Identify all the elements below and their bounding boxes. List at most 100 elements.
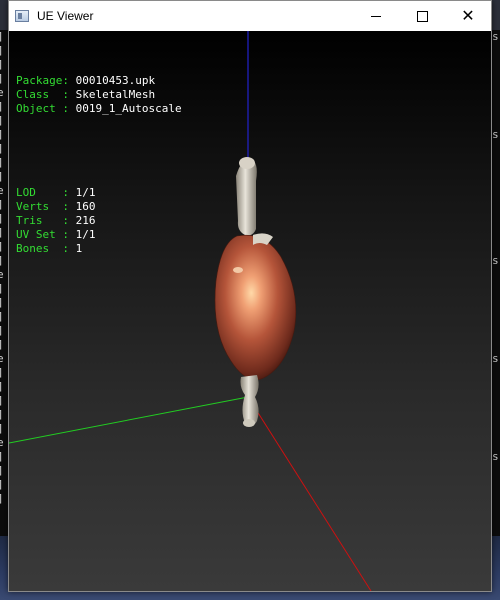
maximize-button[interactable] [399,1,445,31]
terminal-char [492,156,500,170]
terminal-char [492,380,500,394]
title-bar[interactable]: UE Viewer ✕ [9,1,491,31]
terminal-char [492,44,500,58]
terminal-char: ] [0,156,8,170]
window-controls: ✕ [353,1,491,31]
mesh-info-overlay: Package: 00010453.upk Class : SkeletalMes… [16,46,182,284]
info-value: 00010453.upk [75,74,156,87]
terminal-char: ] [0,394,8,408]
info-label: Class : [16,88,76,101]
terminal-char: ] [0,58,8,72]
terminal-char: e [0,268,4,281]
window-title: UE Viewer [37,9,94,23]
info-value: 1 [75,242,83,255]
info-row: Verts : 160 [16,200,182,214]
terminal-char: ] [0,198,8,212]
terminal-char: ] [0,450,8,464]
terminal-char: ] [0,380,8,394]
info-label: Bones : [16,242,76,255]
info-value: 160 [75,200,96,213]
terminal-char: ] [0,44,8,58]
terminal-char: ] [0,324,8,338]
terminal-char: ] [0,212,8,226]
info-row: Object : 0019_1_Autoscale [16,102,182,116]
minimize-icon [371,15,381,17]
y-axis-line [9,396,249,444]
info-row: Class : SkeletalMesh [16,88,182,102]
terminal-char: ] [0,142,8,156]
info-label: Package: [16,74,76,87]
terminal-char: ] [0,408,8,422]
terminal-char [492,86,500,100]
info-row: Bones : 1 [16,242,182,256]
x-axis-line [247,396,372,591]
terminal-char: ] [0,422,8,436]
terminal-char [492,212,500,226]
terminal-char [492,408,500,422]
terminal-char [492,310,500,324]
bone-bottom [240,375,259,427]
terminal-char: s [492,128,499,141]
close-icon: ✕ [461,8,475,25]
info-label: UV Set : [16,228,76,241]
terminal-char [492,170,500,184]
terminal-char [492,72,500,86]
app-icon [15,10,29,22]
terminal-char: ] [0,240,8,254]
terminal-char [492,492,500,506]
info-value: 1/1 [75,228,96,241]
terminal-char [492,142,500,156]
info-row: Tris : 216 [16,214,182,228]
info-row: Package: 00010453.upk [16,74,182,88]
terminal-char: s [492,30,499,43]
terminal-char: ] [0,478,8,492]
terminal-char [492,184,500,198]
terminal-char: e [0,184,4,197]
ue-viewer-window: UE Viewer ✕ Package: 00010453.upk Class … [8,0,492,592]
terminal-char: ] [0,338,8,352]
background-terminal-left: ]]]]e]]]]]]e]]]]]e]]]]]e]]]]]e]]]] [0,30,8,600]
terminal-char [492,366,500,380]
terminal-char [492,464,500,478]
terminal-char [492,394,500,408]
terminal-char: ] [0,492,8,506]
minimize-button[interactable] [353,1,399,31]
terminal-char [492,100,500,114]
terminal-char: ] [0,296,8,310]
info-value: 216 [75,214,96,227]
terminal-char: ] [0,100,8,114]
terminal-char [492,338,500,352]
terminal-char [492,422,500,436]
close-button[interactable]: ✕ [445,1,491,31]
terminal-char [492,436,500,450]
terminal-char [492,198,500,212]
terminal-char: s [492,450,499,463]
info-row: LOD : 1/1 [16,186,182,200]
terminal-char: e [0,436,4,449]
terminal-char: ] [0,226,8,240]
terminal-char [492,58,500,72]
info-row: UV Set : 1/1 [16,228,182,242]
info-label: Object : [16,102,76,115]
terminal-char [492,114,500,128]
terminal-char: ] [0,114,8,128]
terminal-char: ] [0,128,8,142]
terminal-char: ] [0,254,8,268]
terminal-char: ] [0,310,8,324]
info-value: 0019_1_Autoscale [75,102,182,115]
terminal-char [492,324,500,338]
info-label: Verts : [16,200,76,213]
terminal-char: e [0,352,4,365]
background-terminal-right: s s s s s [492,30,500,600]
terminal-char: ] [0,170,8,184]
terminal-char: ] [0,30,8,44]
terminal-char: ] [0,282,8,296]
info-value: 1/1 [75,186,96,199]
terminal-char: ] [0,366,8,380]
terminal-char: ] [0,72,8,86]
3d-viewport[interactable]: Package: 00010453.upk Class : SkeletalMes… [9,31,491,591]
terminal-char: e [0,86,4,99]
terminal-char: s [492,352,499,365]
terminal-char [492,282,500,296]
bone-top [236,157,257,236]
